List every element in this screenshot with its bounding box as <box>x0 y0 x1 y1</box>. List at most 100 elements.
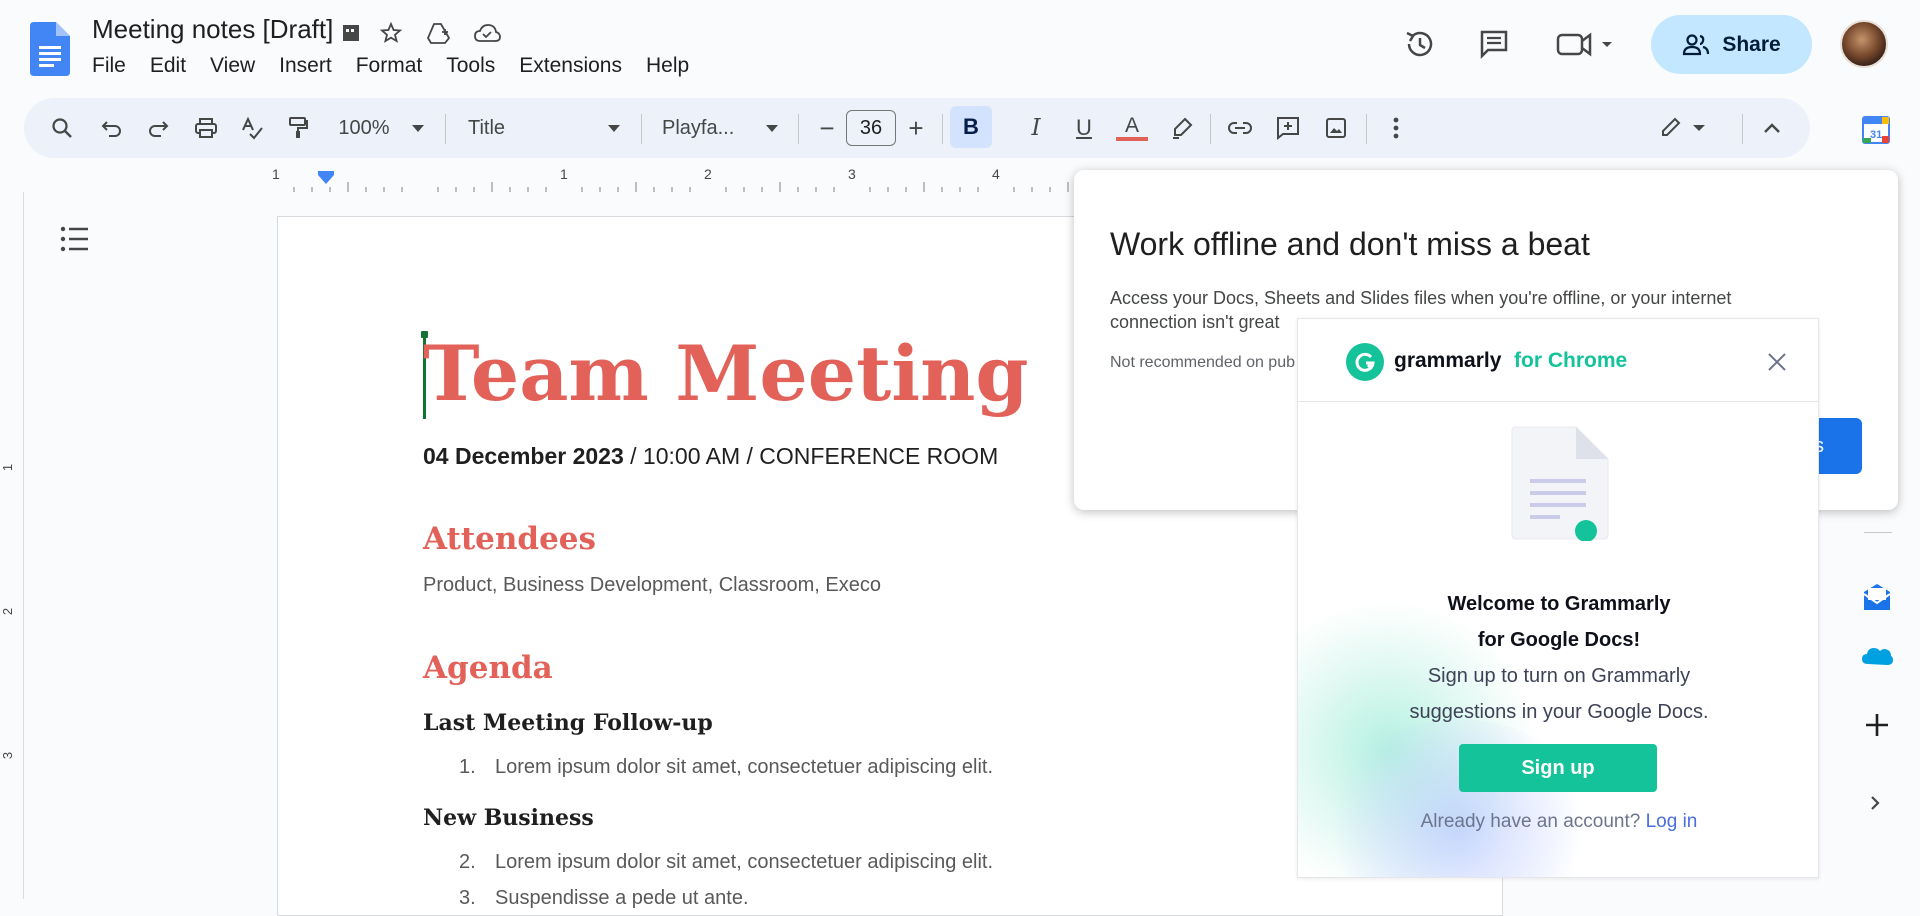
sign-up-button[interactable]: Sign up <box>1459 744 1657 792</box>
share-button[interactable]: Share <box>1651 15 1812 74</box>
list-item[interactable]: Lorem ipsum dolor sit amet, consectetuer… <box>495 851 993 874</box>
divider <box>1366 114 1367 144</box>
italic-button[interactable]: I <box>1018 110 1054 146</box>
increase-font-size-button[interactable]: + <box>898 110 934 146</box>
font-size-input[interactable]: 36 <box>846 110 896 146</box>
text-color-button[interactable]: A <box>1114 110 1150 146</box>
star-icon[interactable] <box>376 18 406 48</box>
decrease-font-size-button[interactable]: − <box>809 110 845 146</box>
move-icon[interactable] <box>336 18 366 48</box>
meet-icon[interactable] <box>1550 20 1620 68</box>
body-line-1: Sign up to turn on Grammarly <box>1427 665 1691 687</box>
ruler-label: 2 <box>0 607 16 616</box>
editing-mode-icon[interactable] <box>1654 110 1714 146</box>
document-title-text[interactable]: Team Meeting <box>423 329 1029 418</box>
link-icon[interactable] <box>1222 110 1258 146</box>
toolbar: 100% Title Playfa... − + I U A <box>24 98 1810 158</box>
style-select[interactable]: Title <box>468 110 588 146</box>
subheading-last-meeting[interactable]: Last Meeting Follow-up <box>423 710 713 736</box>
divider <box>1210 114 1211 144</box>
body-line-2: suggestions in your Google Docs. <box>1409 701 1709 723</box>
date-line[interactable]: 04 December 2023 / 10:00 AM / CONFERENCE… <box>423 443 998 470</box>
menu-insert[interactable]: Insert <box>279 54 332 78</box>
google-docs-logo[interactable] <box>30 22 70 76</box>
log-in-link[interactable]: Log in <box>1646 811 1698 832</box>
redo-icon[interactable] <box>140 110 176 146</box>
ruler-label: 3 <box>848 166 856 182</box>
print-icon[interactable] <box>188 110 224 146</box>
offline-popup-title: Work offline and don't miss a beat <box>1110 226 1590 262</box>
ruler-label: 1 <box>560 166 568 182</box>
offline-popup-note: Not recommended on pub <box>1110 354 1295 371</box>
document-outline-icon[interactable] <box>60 226 90 257</box>
document-title[interactable]: Meeting notes [Draft] <box>92 14 333 45</box>
undo-icon[interactable] <box>94 110 130 146</box>
grammarly-logo-icon <box>1346 343 1384 381</box>
font-select[interactable]: Playfa... <box>662 110 762 146</box>
menu-extensions[interactable]: Extensions <box>519 54 622 78</box>
login-line: Already have an account? Log in <box>1298 811 1818 833</box>
menu-help[interactable]: Help <box>646 54 689 78</box>
chevron-down-icon[interactable] <box>762 110 782 146</box>
date-text: 04 December 2023 <box>423 443 624 469</box>
ruler-label: 4 <box>992 166 1000 182</box>
text-color-swatch <box>1116 137 1148 141</box>
spellcheck-icon[interactable] <box>234 110 270 146</box>
close-icon[interactable] <box>1766 351 1790 375</box>
chevron-down-icon[interactable] <box>408 110 428 146</box>
zoom-select[interactable]: 100% <box>334 110 394 146</box>
divider <box>1864 532 1892 533</box>
attendees-text[interactable]: Product, Business Development, Classroom… <box>423 574 881 597</box>
more-options-icon[interactable] <box>1378 110 1414 146</box>
menu-edit[interactable]: Edit <box>150 54 186 78</box>
chevron-right-icon[interactable] <box>1868 794 1886 812</box>
divider <box>641 114 642 144</box>
already-have-account-text: Already have an account? <box>1420 811 1641 832</box>
divider <box>1298 401 1818 402</box>
ruler-label: 1 <box>272 166 280 182</box>
menu-view[interactable]: View <box>210 54 255 78</box>
list-number: 1. <box>459 756 476 778</box>
menu-format[interactable]: Format <box>356 54 423 78</box>
attendees-heading[interactable]: Attendees <box>423 521 596 557</box>
insert-image-icon[interactable] <box>1318 110 1354 146</box>
menu-file[interactable]: File <box>92 54 126 78</box>
share-label: Share <box>1722 32 1781 56</box>
for-chrome-label: for Chrome <box>1514 349 1628 372</box>
welcome-line-1: Welcome to Grammarly <box>1447 593 1671 615</box>
bold-button[interactable]: B <box>950 106 992 148</box>
mail-extension-icon[interactable] <box>1862 582 1892 612</box>
add-comment-icon[interactable] <box>1270 110 1306 146</box>
svg-text:31: 31 <box>1870 129 1882 141</box>
avatar[interactable] <box>1840 20 1888 68</box>
highlight-icon[interactable] <box>1164 110 1200 146</box>
divider <box>942 114 943 144</box>
chevron-down-icon[interactable] <box>604 110 624 146</box>
divider <box>798 114 799 144</box>
calendar-icon[interactable]: 31 <box>1862 116 1890 144</box>
move-to-drive-icon[interactable] <box>424 18 454 48</box>
grammarly-panel: grammarly for Chrome Welcome to Grammarl… <box>1297 318 1819 878</box>
list-item[interactable]: Lorem ipsum dolor sit amet, consectetuer… <box>495 756 993 779</box>
version-history-icon[interactable] <box>1396 20 1444 68</box>
add-icon[interactable] <box>1864 712 1890 738</box>
agenda-heading[interactable]: Agenda <box>423 650 553 686</box>
paint-format-icon[interactable] <box>280 110 316 146</box>
menu-tools[interactable]: Tools <box>446 54 495 78</box>
search-menus-icon[interactable] <box>44 110 80 146</box>
cloud-status-icon[interactable] <box>472 18 502 48</box>
subheading-new-business[interactable]: New Business <box>423 805 594 831</box>
salesforce-icon[interactable] <box>1860 644 1894 668</box>
collapse-menus-icon[interactable] <box>1754 110 1790 146</box>
divider <box>445 114 446 144</box>
text-color-label: A <box>1124 114 1139 137</box>
list-number: 2. <box>459 851 476 873</box>
comments-icon[interactable] <box>1470 20 1518 68</box>
vertical-ruler[interactable]: 1 2 3 <box>0 192 24 899</box>
ruler-label: 2 <box>704 166 712 182</box>
ruler-label: 3 <box>0 751 16 760</box>
time-location-text: / 10:00 AM / CONFERENCE ROOM <box>623 443 999 469</box>
menu-bar: File Edit View Insert Format Tools Exten… <box>92 54 713 78</box>
ruler-label: 1 <box>0 463 16 472</box>
underline-button[interactable]: U <box>1066 110 1102 146</box>
